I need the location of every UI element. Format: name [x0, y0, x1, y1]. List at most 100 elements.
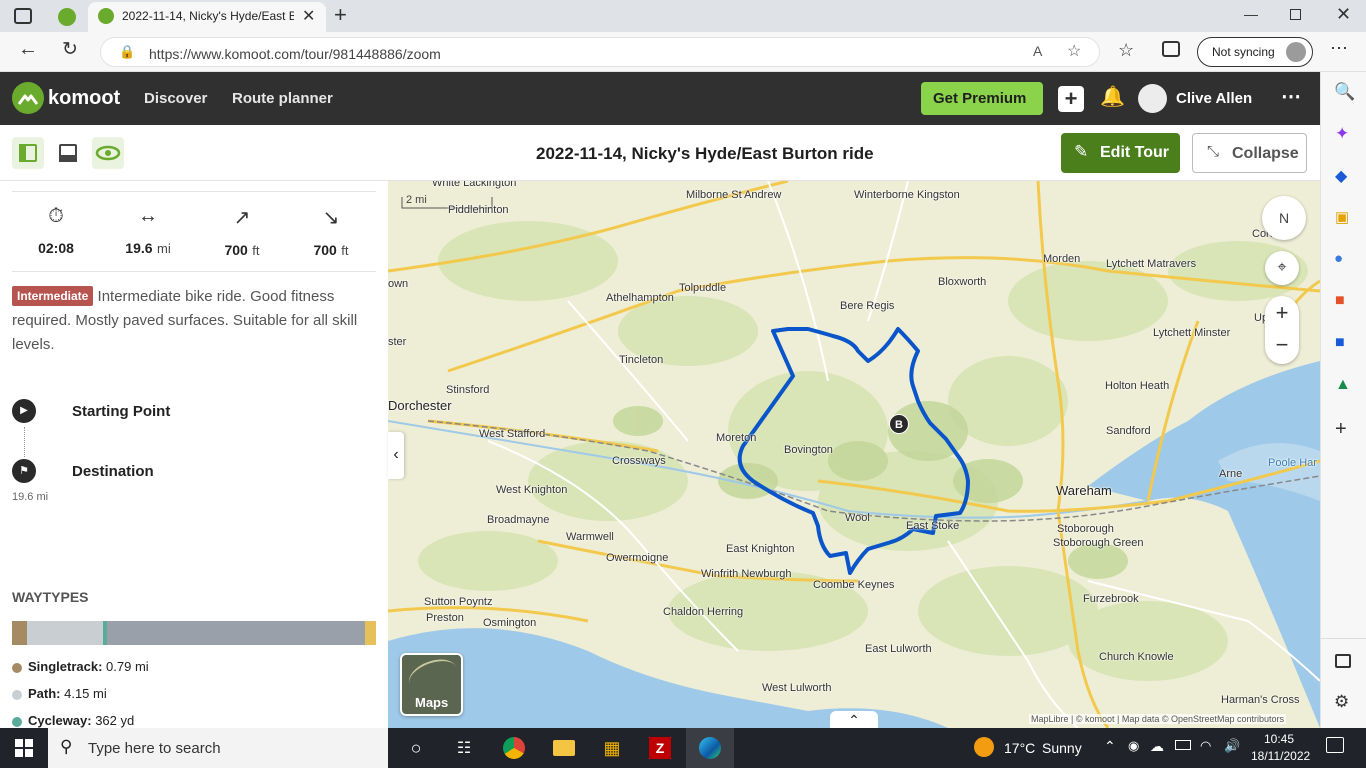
stat-distance: ↔ 19.6 mi	[112, 205, 184, 258]
copilot-icon[interactable]: ✦	[1335, 124, 1349, 144]
map-place-label: Moreton	[716, 432, 757, 444]
destination-label[interactable]: Destination	[72, 463, 154, 480]
clock-date[interactable]: 18/11/2022	[1251, 749, 1310, 763]
search-icon[interactable]: 🔍	[1334, 82, 1355, 102]
office-icon[interactable]: ■	[1335, 292, 1345, 310]
map-place-label: Church Knowle	[1099, 651, 1174, 663]
filezilla-icon[interactable]: Z	[636, 728, 684, 768]
collections-icon[interactable]	[1162, 41, 1180, 57]
expand-bottom-button[interactable]: ⌃	[830, 711, 878, 728]
shopping-icon[interactable]: ◆	[1335, 166, 1347, 186]
komoot-favicon	[58, 8, 76, 26]
user-name[interactable]: Clive Allen	[1176, 90, 1252, 107]
marker-label: B	[895, 419, 903, 431]
edit-tour-button[interactable]: ✎ Edit Tour	[1061, 133, 1180, 173]
map-place-label: Broadmayne	[487, 514, 550, 526]
new-tab-icon[interactable]: +	[334, 2, 347, 28]
komoot-logo-icon[interactable]	[12, 82, 44, 114]
collapse-button[interactable]: ⤡ Collapse	[1192, 133, 1307, 173]
taskbar-search[interactable]: ⚲ Type here to search	[48, 728, 388, 768]
zoom-in-icon[interactable]: +	[1265, 296, 1299, 330]
inactive-tab[interactable]	[50, 4, 84, 30]
map-place-label: Holton Heath	[1105, 380, 1170, 392]
map-place-label: Osmington	[483, 617, 537, 629]
profile-avatar	[1286, 42, 1306, 62]
map-place-label: Milborne St Andrew	[686, 189, 782, 201]
tray-chevron-icon[interactable]: ⌃	[1104, 738, 1116, 755]
tab-close-icon[interactable]: ✕	[302, 6, 315, 26]
waytype-name: Cycleway:	[28, 713, 92, 728]
waytype-value: 0.79 mi	[102, 659, 149, 674]
wifi-icon[interactable]: ◠	[1200, 738, 1211, 754]
weather-temp[interactable]: 17°C	[1004, 740, 1035, 756]
add-sidebar-icon[interactable]: +	[1335, 418, 1347, 441]
refresh-icon[interactable]: ↻	[62, 38, 78, 61]
menu-dots-icon[interactable]: ⋯	[1281, 84, 1301, 109]
more-icon[interactable]: ⋯	[1330, 38, 1348, 59]
destination-distance: 19.6 mi	[12, 491, 49, 503]
games-icon[interactable]: ●	[1334, 250, 1343, 267]
chrome-icon[interactable]	[490, 728, 538, 768]
map-place-label: Sandford	[1106, 425, 1151, 437]
komoot-logo-text[interactable]: komoot	[48, 87, 120, 110]
add-favorite-icon[interactable]: ☆	[1067, 41, 1081, 61]
weather-text[interactable]: Sunny	[1042, 740, 1082, 756]
destination-marker[interactable]: B	[889, 414, 909, 434]
restore-icon[interactable]	[1290, 9, 1301, 20]
widgets-icon[interactable]: ☷	[440, 728, 488, 768]
arrow-up-right-icon: ↗	[233, 207, 251, 229]
clock-time[interactable]: 10:45	[1264, 732, 1294, 746]
weather-sun-icon[interactable]	[974, 737, 994, 757]
starting-point-label[interactable]: Starting Point	[72, 403, 170, 420]
top-divider	[12, 191, 376, 192]
address-bar: ← ↻ 🔒 https://www.komoot.com/tour/981448…	[0, 32, 1366, 72]
edge-icon[interactable]	[686, 728, 734, 768]
maps-layer-button[interactable]: Maps	[400, 653, 463, 716]
sync-label: Not syncing	[1212, 45, 1275, 59]
map-place-label: own	[388, 278, 409, 290]
create-button[interactable]: +	[1058, 86, 1084, 112]
zoom-out-icon[interactable]: −	[1265, 330, 1299, 364]
bottom-view-icon[interactable]	[52, 137, 84, 169]
windows-start-icon[interactable]	[0, 728, 48, 768]
tab-actions-icon[interactable]	[14, 8, 32, 24]
hide-sidebar-icon[interactable]	[1335, 654, 1351, 668]
compass-button[interactable]: N	[1262, 196, 1306, 240]
volume-icon[interactable]: 🔊	[1224, 738, 1240, 754]
bell-icon[interactable]: 🔔	[1100, 84, 1125, 109]
store-icon[interactable]: ▦	[588, 728, 636, 768]
panel-toggle-chevron[interactable]: ‹	[388, 432, 404, 479]
file-explorer-icon[interactable]	[540, 728, 588, 768]
locate-button[interactable]: ⌖	[1265, 251, 1299, 285]
favorites-icon[interactable]: ☆	[1118, 40, 1134, 61]
meet-now-icon[interactable]: ◉	[1128, 738, 1139, 754]
url-field[interactable]: 🔒 https://www.komoot.com/tour/981448886/…	[100, 37, 1100, 67]
minimize-icon[interactable]: —	[1244, 6, 1258, 22]
zoom-controls: + −	[1265, 296, 1299, 364]
tree-icon[interactable]: ▲	[1335, 376, 1351, 394]
collapse-label: Collapse	[1232, 145, 1299, 162]
back-icon[interactable]: ←	[18, 38, 38, 61]
user-avatar[interactable]	[1138, 84, 1167, 113]
close-window-icon[interactable]: ✕	[1336, 4, 1351, 25]
map-canvas[interactable]: 2 mi White Lackington Piddlehinton Milborn…	[388, 181, 1320, 728]
tools-icon[interactable]: ▣	[1335, 208, 1349, 226]
onedrive-icon[interactable]: ☁	[1150, 738, 1164, 755]
active-tab[interactable]: 2022-11-14, Nicky's Hyde/East B ✕	[88, 2, 326, 32]
nav-route-planner[interactable]: Route planner	[232, 90, 333, 107]
distance-unit: mi	[156, 241, 171, 256]
sync-button[interactable]: Not syncing	[1197, 37, 1313, 67]
task-view-icon[interactable]: ○	[392, 728, 440, 768]
sidebar-view-icon[interactable]	[12, 137, 44, 169]
settings-gear-icon[interactable]: ⚙	[1334, 692, 1349, 712]
notifications-icon[interactable]	[1326, 737, 1344, 753]
url-text: https://www.komoot.com/tour/981448886/zo…	[149, 46, 441, 62]
read-aloud-icon[interactable]: A	[1033, 43, 1042, 59]
map-place-label: Bere Regis	[840, 300, 895, 312]
get-premium-button[interactable]: Get Premium	[921, 82, 1043, 115]
outlook-icon[interactable]: ■	[1335, 334, 1345, 352]
map-view-eye-icon[interactable]	[92, 137, 124, 169]
tab-title: 2022-11-14, Nicky's Hyde/East B	[122, 9, 294, 23]
nav-discover[interactable]: Discover	[144, 90, 207, 107]
battery-icon[interactable]	[1175, 740, 1191, 750]
